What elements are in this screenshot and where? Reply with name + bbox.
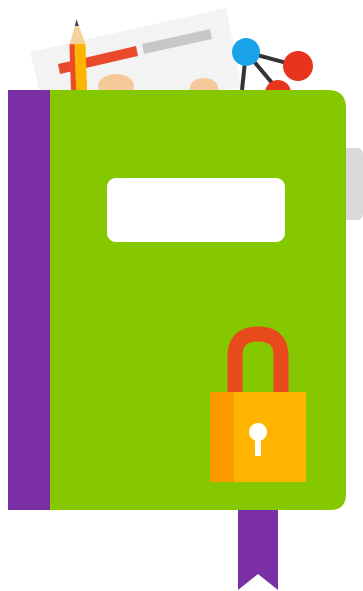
notebook-spine <box>8 90 50 510</box>
bookmark-icon <box>238 500 278 590</box>
pencil-icon <box>69 19 88 93</box>
notebook-label <box>107 178 285 242</box>
notebook-icon <box>8 8 363 590</box>
pencil-wood <box>69 26 86 45</box>
locked-notebook-illustration <box>0 0 363 591</box>
molecule-atom-red-1 <box>283 51 313 81</box>
keyhole-slot <box>255 436 261 456</box>
padlock-body-shade <box>210 392 234 482</box>
pencil-tip <box>74 19 79 27</box>
molecule-atom-blue <box>232 38 260 66</box>
